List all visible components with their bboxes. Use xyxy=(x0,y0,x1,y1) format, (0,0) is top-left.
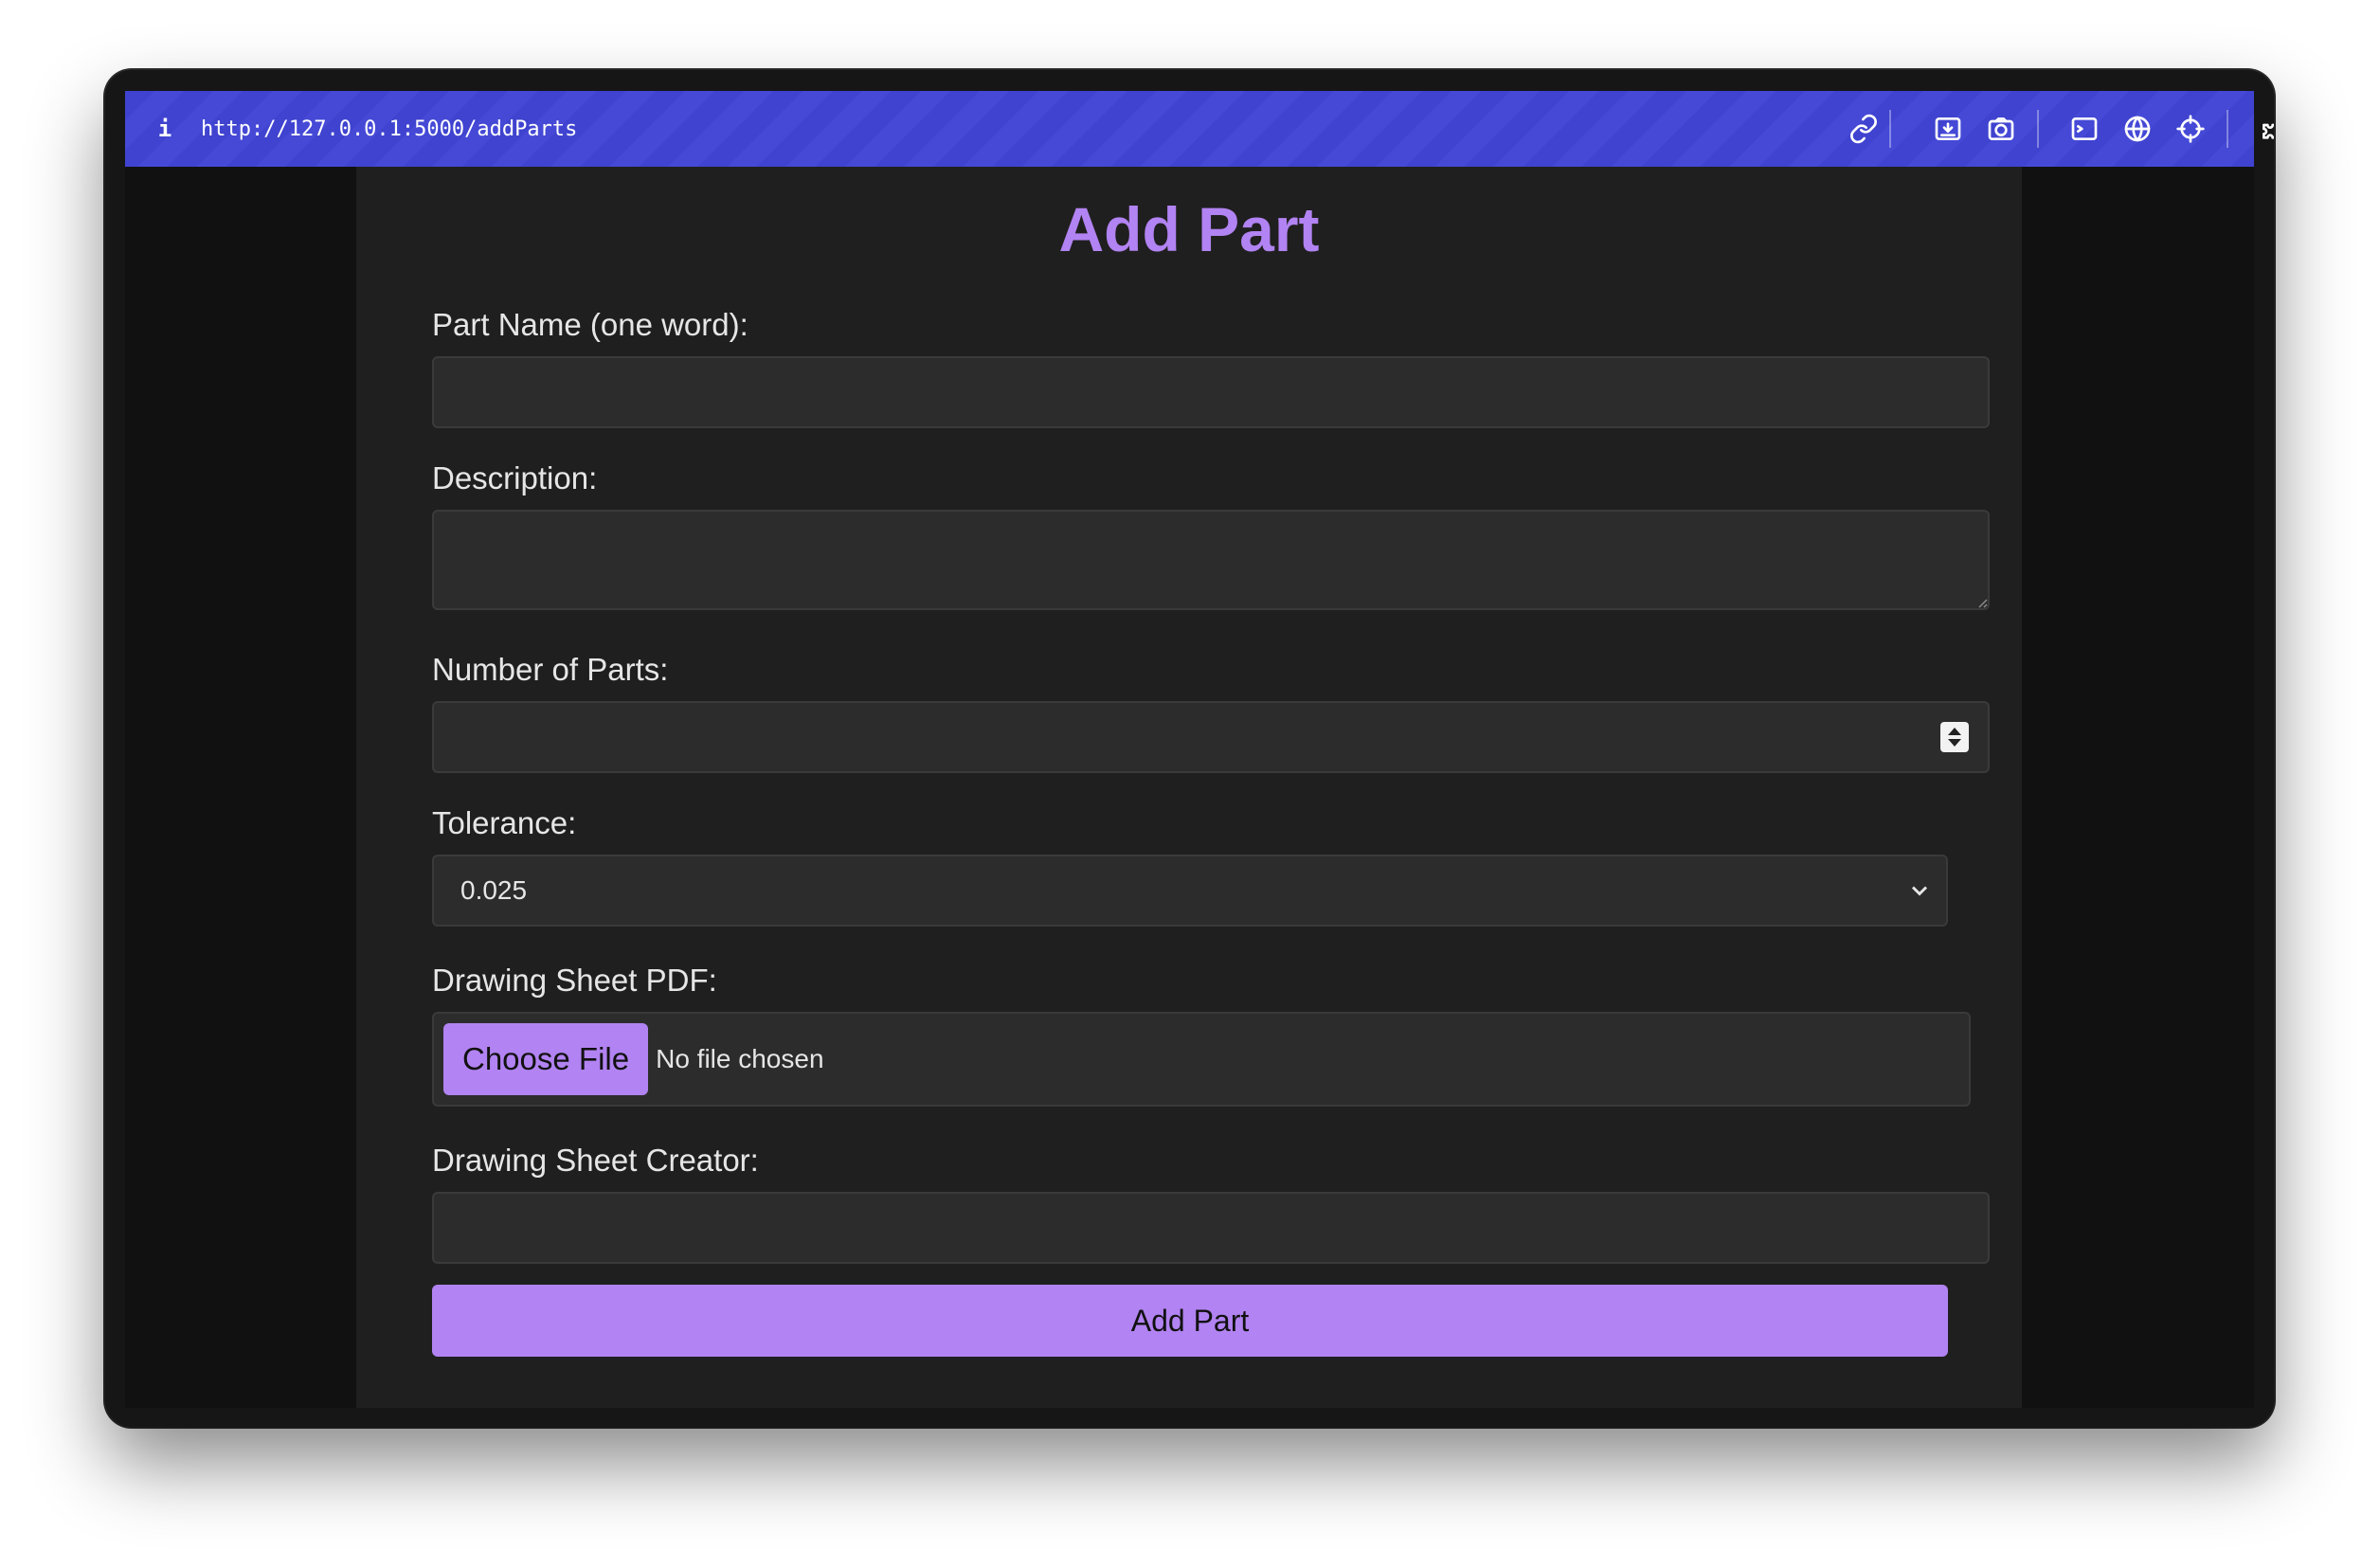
stepper-up-icon[interactable] xyxy=(1948,728,1961,735)
file-status-text: No file chosen xyxy=(656,1044,824,1073)
description-label: Description: xyxy=(432,460,598,495)
part-name-input[interactable] xyxy=(432,356,1990,428)
toolbar-separator xyxy=(2037,110,2039,148)
stepper-down-icon[interactable] xyxy=(1948,739,1961,747)
number-of-parts-input[interactable] xyxy=(432,701,1990,773)
download-icon[interactable] xyxy=(1931,112,1965,146)
tolerance-selected-value: 0.025 xyxy=(460,875,528,905)
drawing-sheet-label: Drawing Sheet PDF: xyxy=(432,963,717,998)
globe-icon[interactable] xyxy=(2120,112,2155,146)
resize-grip-icon[interactable] xyxy=(1974,595,1988,608)
toolbar-separator xyxy=(2227,110,2228,148)
page-viewport: Add Part Part Name (one word): Descripti… xyxy=(125,167,2254,1408)
number-stepper-icon[interactable] xyxy=(1940,722,1969,752)
camera-icon[interactable] xyxy=(1984,112,2018,146)
choose-file-button[interactable]: Choose File xyxy=(443,1023,649,1095)
drawing-creator-label: Drawing Sheet Creator: xyxy=(432,1143,759,1178)
info-icon[interactable]: i xyxy=(153,110,176,148)
tolerance-select[interactable]: 0.025 xyxy=(432,855,1948,927)
add-part-button[interactable]: Add Part xyxy=(432,1285,1948,1357)
chevron-down-icon xyxy=(1906,877,1933,904)
terminal-icon[interactable] xyxy=(2067,112,2101,146)
page-title: Add Part xyxy=(1058,194,1320,264)
description-textarea[interactable] xyxy=(432,510,1990,610)
browser-window: i http://127.0.0.1:5000/addParts Add Par… xyxy=(105,70,2274,1427)
crosshair-icon[interactable] xyxy=(2173,112,2208,146)
drawing-sheet-file-input[interactable]: Choose File No file chosen xyxy=(432,1012,1971,1107)
part-name-label: Part Name (one word): xyxy=(432,307,748,342)
form-container: Add Part Part Name (one word): Descripti… xyxy=(356,167,2022,1408)
url-bar[interactable]: i http://127.0.0.1:5000/addParts xyxy=(125,91,2274,167)
url-text[interactable]: http://127.0.0.1:5000/addParts xyxy=(201,110,577,148)
puzzle-icon[interactable] xyxy=(2257,112,2274,146)
tolerance-label: Tolerance: xyxy=(432,805,577,840)
drawing-creator-input[interactable] xyxy=(432,1192,1990,1264)
number-of-parts-label: Number of Parts: xyxy=(432,652,669,687)
link-icon[interactable] xyxy=(1847,112,1881,146)
toolbar-separator xyxy=(1889,110,1891,148)
